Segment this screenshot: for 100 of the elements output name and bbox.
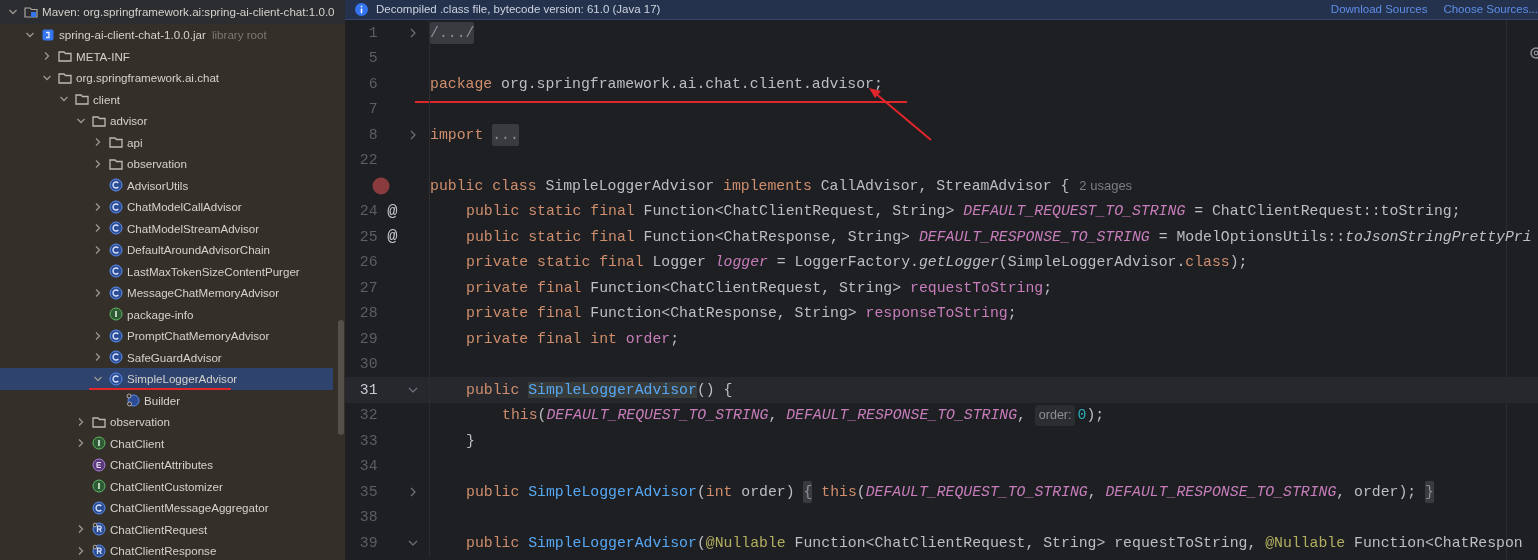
folder-icon <box>75 92 89 107</box>
line-number: 22 <box>358 151 378 171</box>
sources-link[interactable]: Download Sources <box>1330 0 1428 19</box>
code-text: private final int order; <box>466 329 680 349</box>
folded-code[interactable]: /.../ <box>430 21 475 44</box>
tree-item[interactable]: advisor <box>0 110 345 132</box>
tree-item[interactable]: spring-ai-client-chat-1.0.0.jar library root <box>0 24 345 46</box>
tree-item[interactable]: org.springframework.ai.chat <box>0 67 345 89</box>
class-icon <box>109 371 123 386</box>
class-icon <box>126 393 140 408</box>
scrollbar-thumb[interactable] <box>338 320 344 435</box>
chevron-right-icon[interactable] <box>93 137 103 148</box>
item-label: Maven: org.springframework.ai:spring-ai-client-chat:1.0.0 <box>42 4 335 21</box>
enum-icon <box>92 457 106 472</box>
tree-item[interactable]: api <box>0 131 345 153</box>
class-icon <box>109 285 123 300</box>
tree-item[interactable]: ChatClient <box>0 432 345 454</box>
item-label: ChatClientCustomizer <box>110 478 223 495</box>
chevron-right-icon[interactable] <box>93 201 103 212</box>
item-label: AdvisorUtils <box>127 177 189 194</box>
usages-link[interactable]: 2 usages <box>1079 176 1133 196</box>
code-text: public static final Function<ChatResponse, String> DEFAULT_RESPONSE_TO_STRING = ModelOptionsUtils::toJsonStringPrettyPri <box>466 227 1532 247</box>
chevron-right-icon[interactable] <box>93 330 103 341</box>
class-icon <box>109 242 123 257</box>
item-label: spring-ai-client-chat-1.0.0.jar <box>59 27 206 44</box>
tree-item[interactable]: observation <box>0 411 345 433</box>
item-label: LastMaxTokenSizeContentPurger <box>127 263 300 280</box>
tree-item[interactable]: SafeGuardAdvisor <box>0 346 345 368</box>
folder-icon <box>109 135 123 150</box>
tree-item[interactable]: ChatModelStreamAdvisor <box>0 217 345 239</box>
tree-item[interactable]: META-INF <box>0 45 345 67</box>
chevron-right-icon[interactable] <box>76 416 86 427</box>
folder-icon <box>92 113 106 128</box>
item-label: ChatClientResponse <box>110 543 217 560</box>
code-text: this(DEFAULT_REQUEST_TO_STRING, DEFAULT_RESPONSE_TO_STRING, order); <box>820 482 1418 502</box>
settings-icon[interactable] <box>1528 46 1538 60</box>
line-number: 6 <box>367 74 378 94</box>
chevron-right-icon[interactable] <box>93 244 103 255</box>
code-text: package org.springframework.ai.chat.client.advisor; <box>430 74 883 94</box>
chevron-right-icon[interactable] <box>93 287 103 298</box>
code-text: import <box>430 125 485 145</box>
tree-item[interactable]: ChatClientCustomizer <box>0 475 345 497</box>
interface-icon <box>92 479 106 494</box>
item-label: ChatModelCallAdvisor <box>127 199 242 216</box>
chevron-right-icon[interactable] <box>76 438 86 449</box>
item-label: META-INF <box>76 48 130 65</box>
tree-item[interactable]: ChatClientMessageAggregator <box>0 497 345 519</box>
line-number: 7 <box>367 100 378 120</box>
class-icon <box>92 500 106 515</box>
item-label: org.springframework.ai.chat <box>76 70 220 87</box>
class-icon <box>109 264 123 279</box>
breakpoint-icon[interactable] <box>372 176 391 195</box>
tree-item[interactable]: ChatClientResponse <box>0 540 345 560</box>
item-label: ChatClient <box>110 435 165 452</box>
tree-item[interactable]: Maven: org.springframework.ai:spring-ai-client-chat:1.0.0 <box>0 0 345 24</box>
tree-item[interactable]: package-info <box>0 303 345 325</box>
line-number: 29 <box>358 329 378 349</box>
line-number: 35 <box>358 482 378 502</box>
class-icon <box>109 328 123 343</box>
sources-link[interactable]: Choose Sources... <box>1443 0 1538 19</box>
tree-item[interactable]: AdvisorUtils <box>0 174 345 196</box>
chevron-right-icon[interactable] <box>76 545 86 556</box>
gutter-marker[interactable]: @ <box>387 198 398 224</box>
item-label: client <box>93 91 121 108</box>
tree-item[interactable]: client <box>0 88 345 110</box>
archive-icon <box>41 27 55 42</box>
code-text: private static final Logger logger = LoggerFactory.getLogger(SimpleLoggerAdvisor.class); <box>466 253 1248 273</box>
chevron-right-icon[interactable] <box>42 51 52 62</box>
item-label: SimpleLoggerAdvisor <box>127 371 238 388</box>
tree-item[interactable]: MessageChatMemoryAdvisor <box>0 282 345 304</box>
chevron-right-icon[interactable] <box>93 158 103 169</box>
tree-item[interactable]: Builder <box>0 389 345 411</box>
info-icon <box>355 3 368 16</box>
item-label: api <box>127 134 143 151</box>
item-label: MessageChatMemoryAdvisor <box>127 285 280 302</box>
chevron-down-icon[interactable] <box>8 7 18 17</box>
class-icon <box>109 221 123 236</box>
chevron-right-icon[interactable] <box>93 223 103 234</box>
tree-item[interactable]: observation <box>0 153 345 175</box>
tree-item[interactable]: LastMaxTokenSizeContentPurger <box>0 260 345 282</box>
chevron-right-icon[interactable] <box>93 352 103 363</box>
library-folder-icon <box>24 5 38 19</box>
tree-item[interactable]: PromptChatMemoryAdvisor <box>0 325 345 347</box>
class-icon <box>109 178 123 193</box>
folded-code[interactable]: { <box>803 480 813 503</box>
tree-item[interactable]: ChatModelCallAdvisor <box>0 196 345 218</box>
tree-item[interactable]: SimpleLoggerAdvisor <box>0 368 333 390</box>
gutter-marker[interactable]: @ <box>387 224 398 250</box>
tree-item[interactable]: ChatClientRequest <box>0 518 345 540</box>
parameter-hint: order: <box>1034 404 1076 426</box>
item-label: observation <box>127 156 187 173</box>
interface-icon <box>109 307 123 322</box>
line-number: 25 <box>358 227 378 247</box>
line-number: 30 <box>358 355 378 375</box>
tree-item[interactable]: DefaultAroundAdvisorChain <box>0 239 345 261</box>
tree-item[interactable]: ChatClientAttributes <box>0 454 345 476</box>
item-label: package-info <box>127 306 194 323</box>
chevron-right-icon[interactable] <box>76 524 86 535</box>
line-number: 32 <box>358 406 378 426</box>
line-number: 38 <box>358 508 378 528</box>
